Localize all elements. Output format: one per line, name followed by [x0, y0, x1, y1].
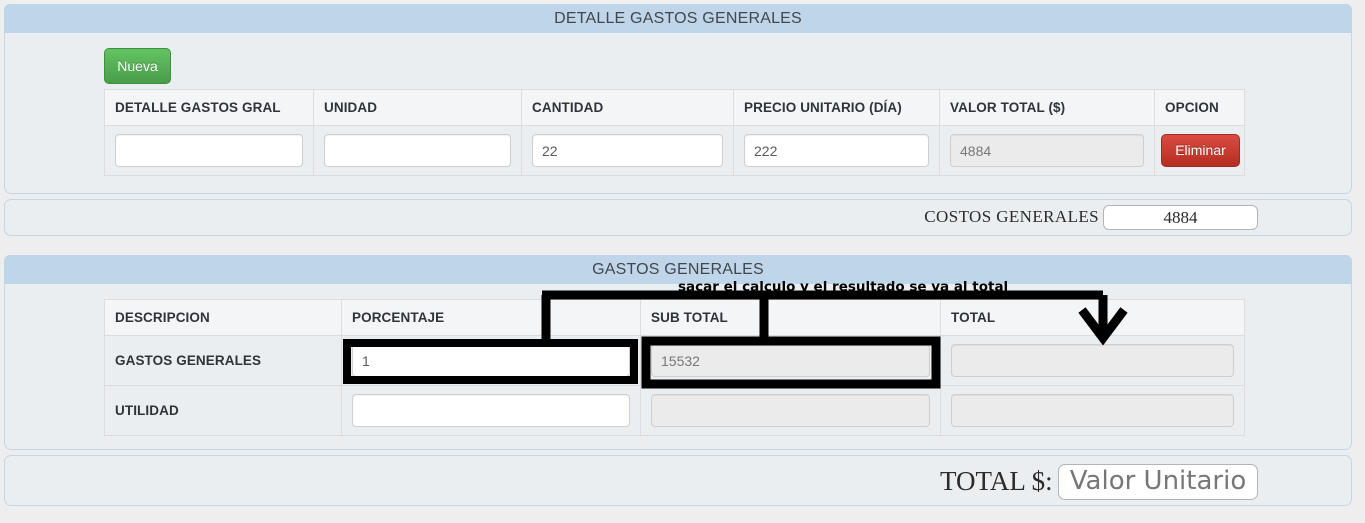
- col-total: TOTAL: [940, 299, 1245, 336]
- detalle-header-row: DETALLE GASTOS GRAL UNIDAD CANTIDAD PREC…: [104, 89, 1245, 126]
- valor-total-input: [950, 134, 1144, 167]
- total-label: TOTAL $:: [940, 466, 1053, 496]
- total-value-display[interactable]: Valor Unitario: [1058, 464, 1258, 500]
- costos-generales-label: COSTOS GENERALES: [924, 207, 1099, 226]
- detalle-gastos-gral-input[interactable]: [115, 134, 303, 167]
- col-descripcion: DESCRIPCION: [104, 299, 342, 336]
- total-utilidad-input: [951, 394, 1234, 427]
- eliminar-button[interactable]: Eliminar: [1161, 134, 1240, 167]
- col-sub-total: SUB TOTAL: [640, 299, 941, 336]
- porcentaje-utilidad-input[interactable]: [352, 394, 630, 427]
- costos-generales-value: 4884: [1103, 205, 1258, 230]
- detalle-section-title: DETALLE GASTOS GENERALES: [4, 4, 1352, 33]
- annotation-note: sacar el calculo y el resultado se va al…: [678, 279, 1009, 295]
- unidad-input[interactable]: [324, 134, 511, 167]
- porcentaje-gastos-input[interactable]: [352, 344, 630, 377]
- cell-unidad: [313, 125, 522, 176]
- subtotal-utilidad-input: [651, 394, 930, 427]
- cell-opcion: Eliminar: [1154, 125, 1245, 176]
- col-unidad: UNIDAD: [313, 89, 522, 126]
- detalle-gastos-table: DETALLE GASTOS GRAL UNIDAD CANTIDAD PREC…: [104, 89, 1245, 176]
- gastos-header-row: DESCRIPCION PORCENTAJE SUB TOTAL TOTAL: [104, 299, 1245, 336]
- table-row: Eliminar: [104, 125, 1245, 176]
- cell-subtotal-gastos: [640, 335, 941, 386]
- page-root: DETALLE GASTOS GENERALES Nueva DETALLE G…: [0, 0, 1365, 523]
- col-valor-total: VALOR TOTAL ($): [939, 89, 1155, 126]
- cell-precio-unitario: [733, 125, 940, 176]
- cell-subtotal-utilidad: [640, 385, 941, 436]
- subtotal-gastos-input: [651, 344, 930, 377]
- cell-porcentaje-gastos: [341, 335, 641, 386]
- precio-unitario-input[interactable]: [744, 134, 929, 167]
- cell-total-utilidad: [940, 385, 1245, 436]
- cell-detalle-gastos-gral: [104, 125, 314, 176]
- cell-cantidad: [521, 125, 734, 176]
- col-porcentaje: PORCENTAJE: [341, 299, 641, 336]
- col-opcion: OPCION: [1154, 89, 1245, 126]
- table-row: GASTOS GENERALES: [104, 335, 1245, 386]
- col-precio-unitario: PRECIO UNITARIO (DÍA): [733, 89, 940, 126]
- col-detalle-gastos-gral: DETALLE GASTOS GRAL: [104, 89, 314, 126]
- cell-porcentaje-utilidad: [341, 385, 641, 436]
- row-label-utilidad: UTILIDAD: [104, 385, 342, 436]
- cell-valor-total: [939, 125, 1155, 176]
- table-row: UTILIDAD: [104, 385, 1245, 436]
- cell-total-gastos: [940, 335, 1245, 386]
- gastos-generales-table: DESCRIPCION PORCENTAJE SUB TOTAL TOTAL G…: [104, 299, 1245, 436]
- col-cantidad: CANTIDAD: [521, 89, 734, 126]
- row-label-gastos-generales: GASTOS GENERALES: [104, 335, 342, 386]
- nueva-button[interactable]: Nueva: [104, 48, 171, 84]
- cantidad-input[interactable]: [532, 134, 723, 167]
- total-gastos-input: [951, 344, 1234, 377]
